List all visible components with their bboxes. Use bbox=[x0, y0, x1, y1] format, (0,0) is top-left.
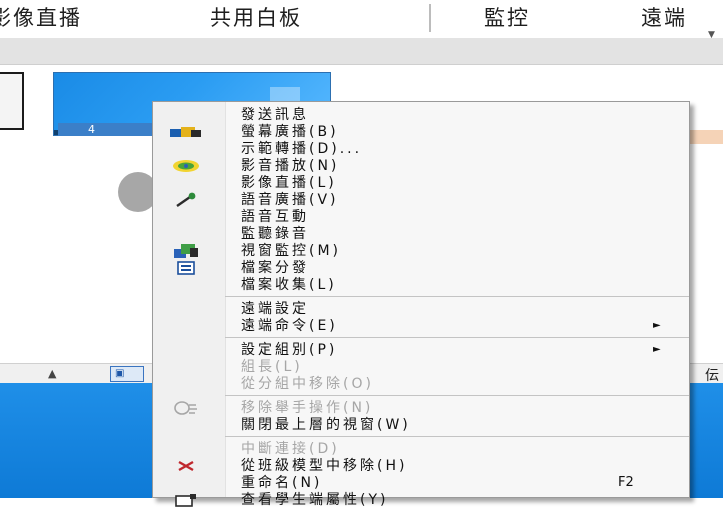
mini-app-button[interactable]: ▣ bbox=[110, 366, 144, 382]
menu-item-set-group[interactable]: 設定組別(P) ► bbox=[153, 341, 689, 359]
scrollbar-right-text: 伝 bbox=[705, 368, 719, 384]
menu-item-label: 螢幕廣播(B) bbox=[241, 124, 339, 140]
menu-item-remove-from-class-model[interactable]: 從班級模型中移除(H) bbox=[153, 457, 689, 475]
student-thumbnail-partial[interactable] bbox=[0, 72, 24, 130]
menu-item-label: 語音廣播(V) bbox=[241, 192, 339, 208]
menu-item-label: 檔案分發 bbox=[241, 260, 309, 276]
menu-item-label: 視窗監控(M) bbox=[241, 243, 342, 259]
menu-item-file-distribute[interactable]: 檔案分發 bbox=[153, 259, 689, 277]
app-icon: ▣ bbox=[115, 368, 125, 379]
properties-icon bbox=[167, 491, 205, 509]
context-menu: 發送訊息 螢幕廣播(B) 示範轉播(D)... 影音播放(N) 影像直播(L) … bbox=[152, 101, 690, 508]
tab-remote[interactable]: 遠端 bbox=[641, 4, 687, 32]
menu-item-remove-from-group[interactable]: 從分組中移除(O) bbox=[153, 375, 689, 393]
menu-item-label: 語音互動 bbox=[241, 209, 309, 225]
menu-item-label: 關閉最上層的視窗(W) bbox=[241, 417, 411, 433]
menu-item-label: 影音播放(N) bbox=[241, 158, 340, 174]
sub-toolbar bbox=[0, 38, 723, 65]
remove-x-icon bbox=[167, 457, 205, 475]
menu-item-view-student-properties[interactable]: 查看學生端屬性(Y) bbox=[153, 491, 689, 509]
menu-item-remote-settings[interactable]: 遠端設定 bbox=[153, 300, 689, 318]
menu-item-close-top-window[interactable]: 關閉最上層的視窗(W) bbox=[153, 416, 689, 434]
submenu-arrow-icon: ► bbox=[653, 320, 661, 331]
top-toolbar: 影像直播 共用白板 監控 遠端 ▼ bbox=[0, 0, 723, 40]
menu-separator bbox=[225, 436, 689, 437]
menu-item-label: 查看學生端屬性(Y) bbox=[241, 492, 389, 508]
menu-item-screen-broadcast[interactable]: 螢幕廣播(B) bbox=[153, 123, 689, 141]
menu-separator bbox=[225, 395, 689, 396]
menu-item-video-live[interactable]: 影像直播(L) bbox=[153, 174, 689, 192]
menu-item-label: 影像直播(L) bbox=[241, 175, 337, 191]
menu-item-label: 發送訊息 bbox=[241, 107, 309, 123]
menu-item-file-collect[interactable]: 檔案收集(L) bbox=[153, 276, 689, 294]
scroll-up-arrow-icon[interactable]: ▲ bbox=[48, 367, 56, 380]
menu-item-demo-relay[interactable]: 示範轉播(D)... bbox=[153, 140, 689, 158]
submenu-arrow-icon: ► bbox=[653, 344, 661, 355]
menu-item-disconnect[interactable]: 中斷連接(D) bbox=[153, 440, 689, 458]
menu-separator bbox=[225, 337, 689, 338]
hand-raise-icon bbox=[167, 399, 205, 417]
menu-item-rename[interactable]: 重命名(N) F2 bbox=[153, 474, 689, 492]
menu-item-remote-command[interactable]: 遠端命令(E) ► bbox=[153, 317, 689, 335]
tab-video-live[interactable]: 影像直播 bbox=[0, 4, 82, 32]
menu-item-label: 設定組別(P) bbox=[241, 342, 338, 358]
monitor-icon bbox=[167, 242, 205, 260]
menu-item-label: 移除舉手操作(N) bbox=[241, 400, 374, 416]
menu-item-remove-hand-raise[interactable]: 移除舉手操作(N) bbox=[153, 399, 689, 417]
microphone-icon bbox=[167, 191, 205, 209]
menu-separator bbox=[225, 296, 689, 297]
menu-item-label: 重命名(N) bbox=[241, 475, 323, 491]
menu-item-window-monitor[interactable]: 視窗監控(M) bbox=[153, 242, 689, 260]
menu-item-label: 組長(L) bbox=[241, 359, 303, 375]
menu-item-label: 從分組中移除(O) bbox=[241, 376, 374, 392]
menu-item-label: 遠端設定 bbox=[241, 301, 309, 317]
menu-item-listen-record[interactable]: 監聽錄音 bbox=[153, 225, 689, 243]
menu-item-media-playback[interactable]: 影音播放(N) bbox=[153, 157, 689, 175]
menu-item-label: 中斷連接(D) bbox=[241, 441, 340, 457]
tab-monitor[interactable]: 監控 bbox=[484, 4, 530, 32]
file-distribute-icon bbox=[167, 259, 205, 277]
menu-item-voice-broadcast[interactable]: 語音廣播(V) bbox=[153, 191, 689, 209]
menu-item-label: 監聽錄音 bbox=[241, 226, 309, 242]
menu-item-label: 從班級模型中移除(H) bbox=[241, 458, 408, 474]
media-play-icon bbox=[167, 157, 205, 175]
menu-item-voice-interaction[interactable]: 語音互動 bbox=[153, 208, 689, 226]
menu-item-group-leader[interactable]: 組長(L) bbox=[153, 358, 689, 376]
menu-item-label: 檔案收集(L) bbox=[241, 277, 337, 293]
menu-item-label: 示範轉播(D)... bbox=[241, 141, 363, 157]
menu-item-shortcut: F2 bbox=[618, 475, 634, 490]
menu-item-send-message[interactable]: 發送訊息 bbox=[153, 106, 689, 124]
menu-item-label: 遠端命令(E) bbox=[241, 318, 338, 334]
tab-shared-whiteboard[interactable]: 共用白板 bbox=[210, 4, 302, 32]
broadcast-icon bbox=[167, 123, 205, 141]
toolbar-separator bbox=[429, 4, 431, 32]
